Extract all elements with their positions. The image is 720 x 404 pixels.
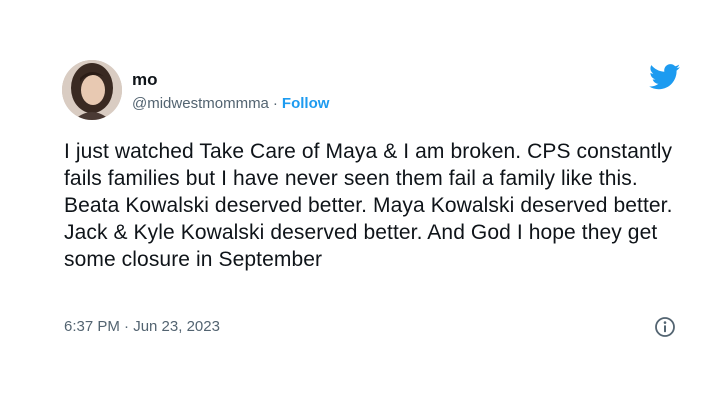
tweet-text: I just watched Take Care of Maya & I am … — [64, 140, 673, 271]
follow-button[interactable]: Follow — [282, 95, 330, 112]
tweet-timestamp[interactable]: 6:37 PM · Jun 23, 2023 — [64, 318, 220, 336]
author-handle-row: @midwestmommma · Follow — [132, 95, 329, 113]
twitter-bird-icon[interactable] — [649, 64, 681, 90]
author-handle[interactable]: @midwestmommma — [132, 95, 269, 112]
tweet-card: mo @midwestmommma · Follow I just watched … — [0, 0, 720, 404]
author-display-name[interactable]: mo — [132, 70, 158, 90]
profile-photo-icon — [62, 60, 122, 120]
info-icon[interactable] — [654, 316, 676, 338]
separator: · — [272, 95, 278, 112]
avatar[interactable] — [62, 60, 122, 120]
